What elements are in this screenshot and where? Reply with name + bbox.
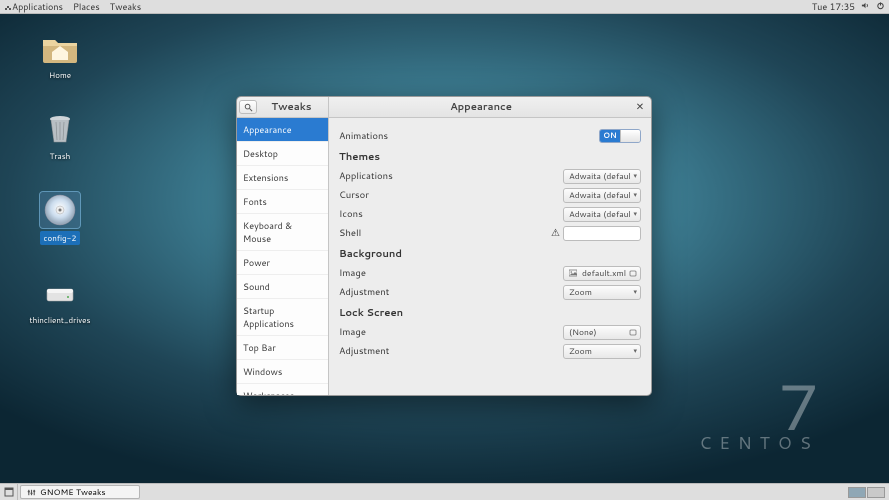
themes-heading: Themes — [339, 150, 641, 164]
desktop-icon-label: config-2 — [40, 231, 81, 245]
sidebar-item-windows[interactable]: Windows — [237, 360, 328, 384]
folder-open-icon — [629, 269, 637, 277]
menu-applications[interactable]: Applications — [12, 0, 63, 13]
theme-icons-combo[interactable]: Adwaita (default) ▾ — [563, 207, 641, 222]
background-heading: Background — [339, 247, 641, 261]
top-bar: Applications Places Tweaks Tue 17:35 — [0, 0, 889, 14]
search-button[interactable] — [239, 100, 257, 114]
sidebar-item-keyboard-mouse[interactable]: Keyboard & Mouse — [237, 214, 328, 251]
theme-cursor-combo[interactable]: Adwaita (default) ▾ — [563, 188, 641, 203]
search-icon — [244, 103, 253, 112]
sidebar-item-extensions[interactable]: Extensions — [237, 166, 328, 190]
theme-shell-combo[interactable] — [563, 226, 641, 241]
bg-adjustment-combo[interactable]: Zoom ▾ — [563, 285, 641, 300]
menu-places[interactable]: Places — [73, 0, 100, 13]
sidebar-item-power[interactable]: Power — [237, 251, 328, 275]
animations-label: Animations — [339, 130, 599, 143]
lockscreen-heading: Lock Screen — [339, 306, 641, 320]
show-desktop-icon — [4, 487, 14, 497]
desktop-icon-label: Home — [49, 69, 71, 81]
sidebar-item-fonts[interactable]: Fonts — [237, 190, 328, 214]
sidebar-item-startup-apps[interactable]: Startup Applications — [237, 299, 328, 336]
ls-adjustment-label: Adjustment — [339, 345, 563, 358]
theme-applications-label: Applications — [339, 170, 563, 183]
chevron-down-icon: ▾ — [633, 346, 637, 356]
close-icon: ✕ — [636, 100, 644, 114]
desktop-icon-label: thinclient_drives — [30, 314, 91, 326]
show-desktop-button[interactable] — [0, 484, 18, 500]
chevron-down-icon: ▾ — [633, 287, 637, 297]
ls-image-filebutton[interactable]: (None) — [563, 325, 641, 340]
bg-adjustment-label: Adjustment — [339, 286, 563, 299]
ls-adjustment-combo[interactable]: Zoom ▾ — [563, 344, 641, 359]
desktop-background: Applications Places Tweaks Tue 17:35 Hom… — [0, 0, 889, 500]
desktop-icon-thinclient[interactable]: thinclient_drives — [30, 275, 90, 326]
folder-home-icon — [40, 30, 80, 66]
disc-icon — [40, 192, 80, 228]
tweaks-icon — [27, 488, 36, 497]
animations-switch[interactable]: ON — [599, 129, 641, 143]
sidebar-item-desktop[interactable]: Desktop — [237, 142, 328, 166]
desktop-icons: Home Trash config-2 thinclient_drives — [30, 30, 90, 326]
window-title: Appearance — [450, 100, 512, 114]
sidebar-item-appearance[interactable]: Appearance — [237, 118, 328, 142]
desktop-icon-label: Trash — [50, 150, 71, 162]
bg-image-filebutton[interactable]: default.xml — [563, 266, 641, 281]
trash-icon — [40, 111, 80, 147]
folder-open-icon — [629, 328, 637, 336]
desktop-icon-config2[interactable]: config-2 — [30, 192, 90, 245]
menu-active-app[interactable]: Tweaks — [110, 0, 141, 13]
drive-icon — [40, 275, 80, 311]
sidebar-item-workspaces[interactable]: Workspaces — [237, 384, 328, 395]
appearance-panel: Animations ON Themes Applications Adwait… — [329, 118, 651, 395]
window-title-left: Tweaks — [259, 100, 328, 114]
volume-icon[interactable] — [861, 0, 870, 13]
switch-on-label: ON — [600, 130, 620, 142]
desktop-icon-home[interactable]: Home — [30, 30, 90, 81]
power-icon[interactable] — [876, 0, 885, 13]
theme-icons-label: Icons — [339, 208, 563, 221]
taskbar-item-tweaks[interactable]: GNOME Tweaks — [20, 485, 140, 499]
bottom-panel: GNOME Tweaks — [0, 483, 889, 500]
theme-shell-label: Shell — [339, 227, 551, 240]
workspace-1[interactable] — [848, 487, 866, 498]
ls-image-label: Image — [339, 326, 563, 339]
theme-applications-combo[interactable]: Adwaita (default) ▾ — [563, 169, 641, 184]
taskbar-item-label: GNOME Tweaks — [40, 486, 106, 498]
image-file-icon — [569, 269, 577, 277]
close-button[interactable]: ✕ — [633, 100, 647, 114]
desktop-icon-trash[interactable]: Trash — [30, 111, 90, 162]
theme-cursor-label: Cursor — [339, 189, 563, 202]
chevron-down-icon: ▾ — [633, 171, 637, 181]
sidebar: Appearance Desktop Extensions Fonts Keyb… — [237, 118, 329, 395]
sidebar-item-top-bar[interactable]: Top Bar — [237, 336, 328, 360]
activities-icon[interactable] — [4, 3, 12, 11]
bg-image-label: Image — [339, 267, 563, 280]
workspace-pager[interactable] — [848, 487, 885, 498]
sidebar-item-sound[interactable]: Sound — [237, 275, 328, 299]
chevron-down-icon: ▾ — [633, 190, 637, 200]
switch-knob — [620, 130, 640, 142]
tweaks-window: Tweaks Appearance ✕ Appearance Desktop E… — [236, 96, 652, 396]
workspace-2[interactable] — [867, 487, 885, 498]
warning-icon: ⚠ — [551, 226, 560, 240]
clock-label[interactable]: Tue 17:35 — [812, 0, 855, 13]
centos-watermark: 7 CENTOS — [699, 380, 819, 455]
chevron-down-icon: ▾ — [633, 209, 637, 219]
window-header[interactable]: Tweaks Appearance ✕ — [237, 97, 651, 118]
